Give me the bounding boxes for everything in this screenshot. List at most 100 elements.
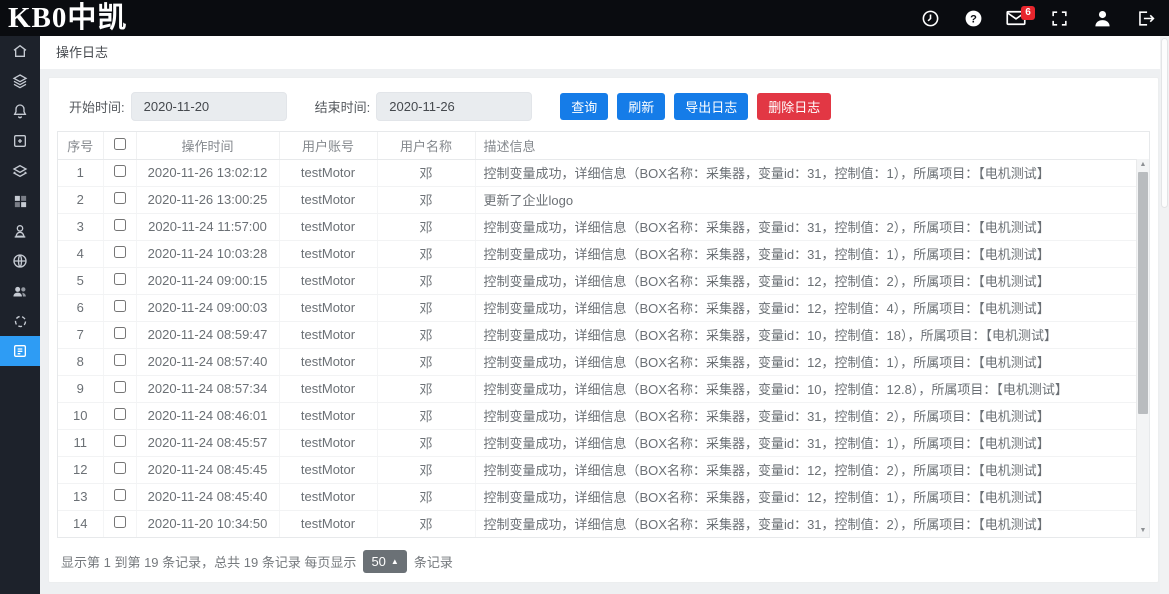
end-time-label: 结束时间: xyxy=(315,97,371,116)
row-description: 控制变量成功，详细信息（BOX名称：采集器，变量id：31，控制值：2），所属项… xyxy=(475,213,1149,240)
scroll-down-arrow[interactable]: ▼ xyxy=(1137,526,1149,536)
box-add-icon[interactable] xyxy=(0,126,40,156)
row-time: 2020-11-24 11:57:00 xyxy=(136,213,279,240)
row-checkbox[interactable] xyxy=(114,300,126,312)
globe-icon[interactable] xyxy=(0,246,40,276)
row-checkbox[interactable] xyxy=(114,408,126,420)
page-scrollbar-thumb[interactable] xyxy=(1161,38,1168,208)
stack-icon[interactable] xyxy=(0,156,40,186)
page-size-select[interactable]: 50 ▲ xyxy=(363,550,406,573)
row-account: testMotor xyxy=(279,510,377,537)
page-scrollbar[interactable] xyxy=(1160,36,1169,594)
layers-icon[interactable] xyxy=(0,66,40,96)
row-index: 11 xyxy=(58,429,103,456)
table-row: 11 2020-11-24 08:45:57 testMotor 邓 控制变量成… xyxy=(58,429,1149,456)
row-checkbox[interactable] xyxy=(114,219,126,231)
bell-icon[interactable] xyxy=(0,96,40,126)
grid-icon[interactable] xyxy=(0,186,40,216)
table-row: 12 2020-11-24 08:45:45 testMotor 邓 控制变量成… xyxy=(58,456,1149,483)
row-checkbox[interactable] xyxy=(114,516,126,528)
row-account: testMotor xyxy=(279,186,377,213)
row-index: 7 xyxy=(58,321,103,348)
home-icon[interactable] xyxy=(0,36,40,66)
scrollbar-thumb[interactable] xyxy=(1138,172,1148,414)
end-time-input[interactable] xyxy=(376,92,532,121)
row-account: testMotor xyxy=(279,402,377,429)
row-time: 2020-11-24 09:00:15 xyxy=(136,267,279,294)
user-icon[interactable] xyxy=(1092,8,1112,28)
row-name: 邓 xyxy=(377,375,475,402)
row-time: 2020-11-24 08:59:47 xyxy=(136,321,279,348)
logout-icon[interactable] xyxy=(1135,8,1155,28)
row-name: 邓 xyxy=(377,429,475,456)
row-description: 更新了企业logo xyxy=(475,186,1149,213)
row-checkbox[interactable] xyxy=(114,354,126,366)
row-index: 13 xyxy=(58,483,103,510)
refresh-button[interactable]: 刷新 xyxy=(617,93,665,120)
row-checkbox[interactable] xyxy=(114,273,126,285)
table-row: 2 2020-11-26 13:00:25 testMotor 邓 更新了企业l… xyxy=(58,186,1149,213)
row-checkbox[interactable] xyxy=(114,192,126,204)
row-time: 2020-11-24 08:45:57 xyxy=(136,429,279,456)
row-account: testMotor xyxy=(279,294,377,321)
cloud-icon[interactable] xyxy=(0,306,40,336)
table-row: 10 2020-11-24 08:46:01 testMotor 邓 控制变量成… xyxy=(58,402,1149,429)
log-table: 序号 操作时间 用户账号 用户名称 描述信息 1 2020-11-26 13:0… xyxy=(57,131,1150,538)
select-all-checkbox[interactable] xyxy=(114,138,126,150)
pagination-bar: 显示第 1 到第 19 条记录，总共 19 条记录 每页显示 50 ▲ 条记录 xyxy=(61,550,1150,573)
row-checkbox[interactable] xyxy=(114,435,126,447)
row-checkbox[interactable] xyxy=(114,165,126,177)
row-name: 邓 xyxy=(377,456,475,483)
row-checkbox[interactable] xyxy=(114,246,126,258)
scroll-up-arrow[interactable]: ▲ xyxy=(1137,160,1149,170)
start-time-input[interactable] xyxy=(131,92,287,121)
caret-up-icon: ▲ xyxy=(391,558,399,566)
svg-text:?: ? xyxy=(970,13,977,25)
row-time: 2020-11-20 10:34:50 xyxy=(136,510,279,537)
row-account: testMotor xyxy=(279,375,377,402)
row-checkbox-cell xyxy=(103,267,136,294)
row-description: 控制变量成功，详细信息（BOX名称：采集器，变量id：12，控制值：1），所属项… xyxy=(475,483,1149,510)
row-checkbox-cell xyxy=(103,294,136,321)
export-logs-button[interactable]: 导出日志 xyxy=(674,93,748,120)
row-description: 控制变量成功，详细信息（BOX名称：采集器，变量id：31，控制值：2），所属项… xyxy=(475,402,1149,429)
user-pin-icon[interactable] xyxy=(0,216,40,246)
header-checkbox-cell xyxy=(103,132,136,159)
delete-logs-button[interactable]: 删除日志 xyxy=(757,93,831,120)
log-icon[interactable] xyxy=(0,336,40,366)
row-index: 4 xyxy=(58,240,103,267)
row-time: 2020-11-24 10:03:28 xyxy=(136,240,279,267)
start-time-label: 开始时间: xyxy=(69,97,125,116)
page-title: 操作日志 xyxy=(40,36,1169,69)
main-area: 操作日志 开始时间: 结束时间: 查询 刷新 导出日志 删除日志 xyxy=(40,36,1169,594)
row-checkbox-cell xyxy=(103,375,136,402)
help-icon[interactable]: ? xyxy=(963,8,983,28)
row-name: 邓 xyxy=(377,213,475,240)
row-checkbox[interactable] xyxy=(114,462,126,474)
table-row: 3 2020-11-24 11:57:00 testMotor 邓 控制变量成功… xyxy=(58,213,1149,240)
users-icon[interactable] xyxy=(0,276,40,306)
row-checkbox-cell xyxy=(103,510,136,537)
clock-icon[interactable] xyxy=(920,8,940,28)
row-time: 2020-11-24 08:57:34 xyxy=(136,375,279,402)
row-checkbox-cell xyxy=(103,321,136,348)
row-checkbox[interactable] xyxy=(114,489,126,501)
query-button[interactable]: 查询 xyxy=(560,93,608,120)
unread-badge: 6 xyxy=(1021,6,1035,20)
table-body: 1 2020-11-26 13:02:12 testMotor 邓 控制变量成功… xyxy=(58,159,1149,537)
row-checkbox-cell xyxy=(103,213,136,240)
row-name: 邓 xyxy=(377,267,475,294)
row-description: 控制变量成功，详细信息（BOX名称：采集器，变量id：12，控制值：2），所属项… xyxy=(475,267,1149,294)
row-checkbox-cell xyxy=(103,402,136,429)
table-scrollbar[interactable]: ▲ ▼ xyxy=(1136,159,1149,537)
mail-icon[interactable]: 6 xyxy=(1006,8,1026,28)
row-checkbox[interactable] xyxy=(114,327,126,339)
row-name: 邓 xyxy=(377,348,475,375)
row-checkbox[interactable] xyxy=(114,381,126,393)
fullscreen-icon[interactable] xyxy=(1049,8,1069,28)
table-row: 6 2020-11-24 09:00:03 testMotor 邓 控制变量成功… xyxy=(58,294,1149,321)
row-index: 3 xyxy=(58,213,103,240)
row-description: 控制变量成功，详细信息（BOX名称：采集器，变量id：10，控制值：18），所属… xyxy=(475,321,1149,348)
page-size-value: 50 xyxy=(371,554,385,569)
row-description: 控制变量成功，详细信息（BOX名称：采集器，变量id：31，控制值：1），所属项… xyxy=(475,240,1149,267)
